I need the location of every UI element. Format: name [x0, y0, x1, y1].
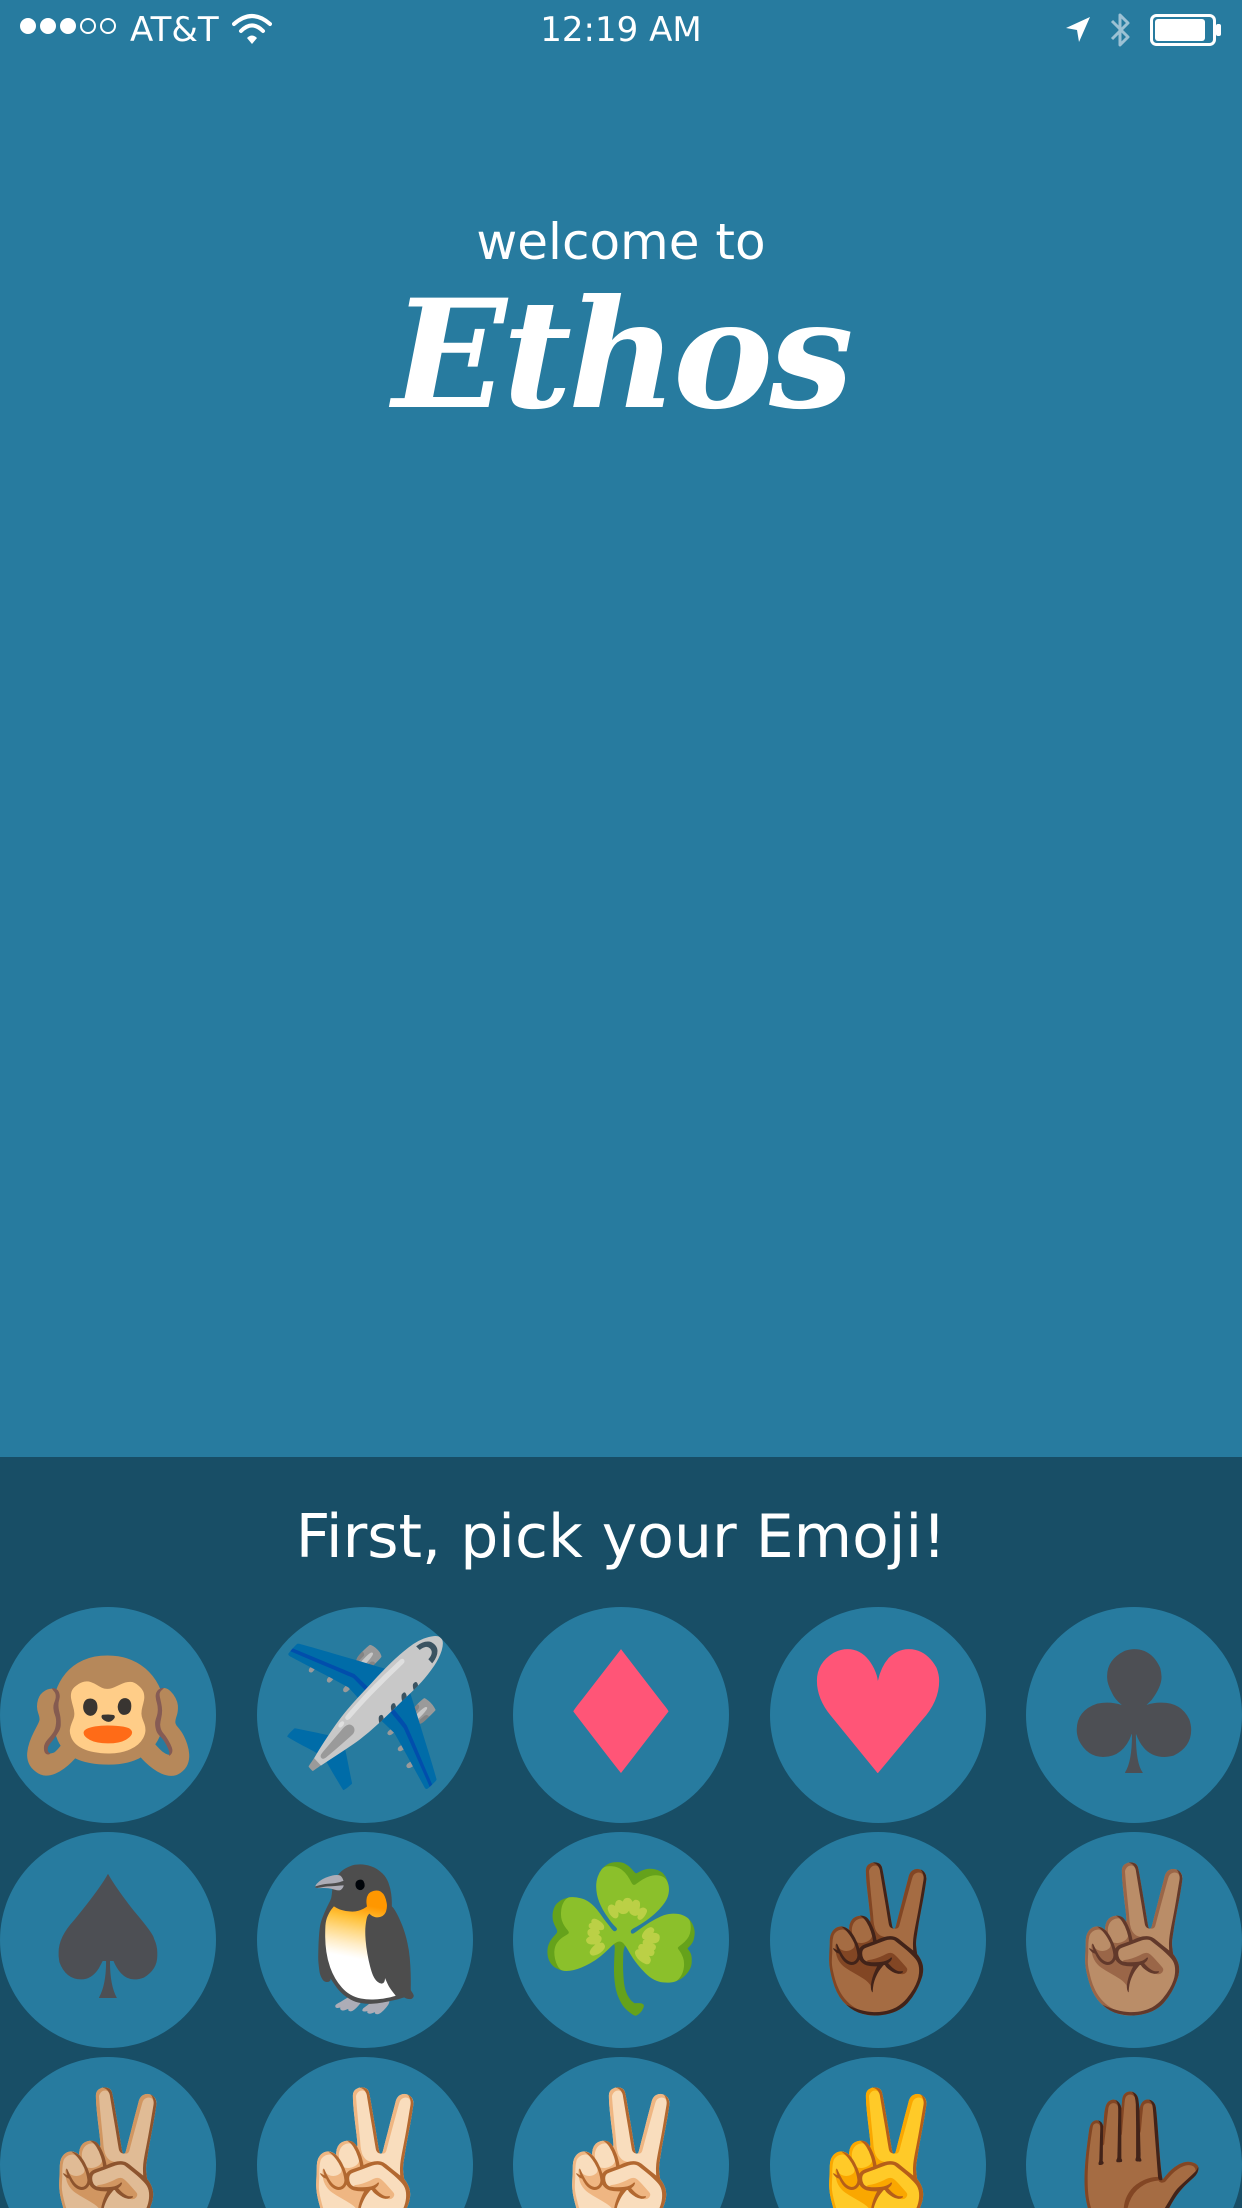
emoji-option-victory-hand-medium-dark[interactable]: ✌🏾: [770, 1832, 986, 2048]
emoji-option-raised-hand-dark[interactable]: ✋🏾: [1026, 2057, 1242, 2208]
emoji-option-shamrock[interactable]: ☘️: [513, 1832, 729, 2048]
welcome-text: welcome to: [476, 213, 766, 271]
emoji-picker-panel: First, pick your Emoji! 🙉 ✈️ ♦ ♥ ♣ ♠ 🐧 ☘️ ✌🏾 ✌🏽 ✌🏼…: [0, 1457, 1242, 2208]
location-arrow-icon: [1066, 17, 1090, 42]
battery-icon: [1150, 14, 1221, 46]
emoji-option-victory-hand-light[interactable]: ✌🏻: [257, 2057, 473, 2208]
emoji-option-spade-suit[interactable]: ♠: [0, 1832, 216, 2048]
status-bar: AT&T 12:19 AM: [0, 0, 1242, 62]
clock: 12:19 AM: [540, 10, 702, 50]
emoji-option-hear-no-evil-monkey[interactable]: 🙉: [0, 1607, 216, 1823]
emoji-option-heart-suit[interactable]: ♥: [770, 1607, 986, 1823]
bluetooth-icon: [1110, 13, 1130, 47]
app-logo-text: Ethos: [392, 267, 853, 443]
emoji-option-victory-hand-medium-light[interactable]: ✌🏼: [0, 2057, 216, 2208]
emoji-option-diamond-suit[interactable]: ♦: [513, 1607, 729, 1823]
picker-title: First, pick your Emoji!: [295, 1502, 947, 1572]
emoji-option-airplane[interactable]: ✈️: [257, 1607, 473, 1823]
emoji-option-victory-hand-medium[interactable]: ✌🏽: [1026, 1832, 1242, 2048]
emoji-option-victory-hand-yellow[interactable]: ✌️: [770, 2057, 986, 2208]
emoji-option-victory-hand-lighter[interactable]: ✌🏻: [513, 2057, 729, 2208]
emoji-option-penguin[interactable]: 🐧: [257, 1832, 473, 2048]
emoji-option-club-suit[interactable]: ♣: [1026, 1607, 1242, 1823]
